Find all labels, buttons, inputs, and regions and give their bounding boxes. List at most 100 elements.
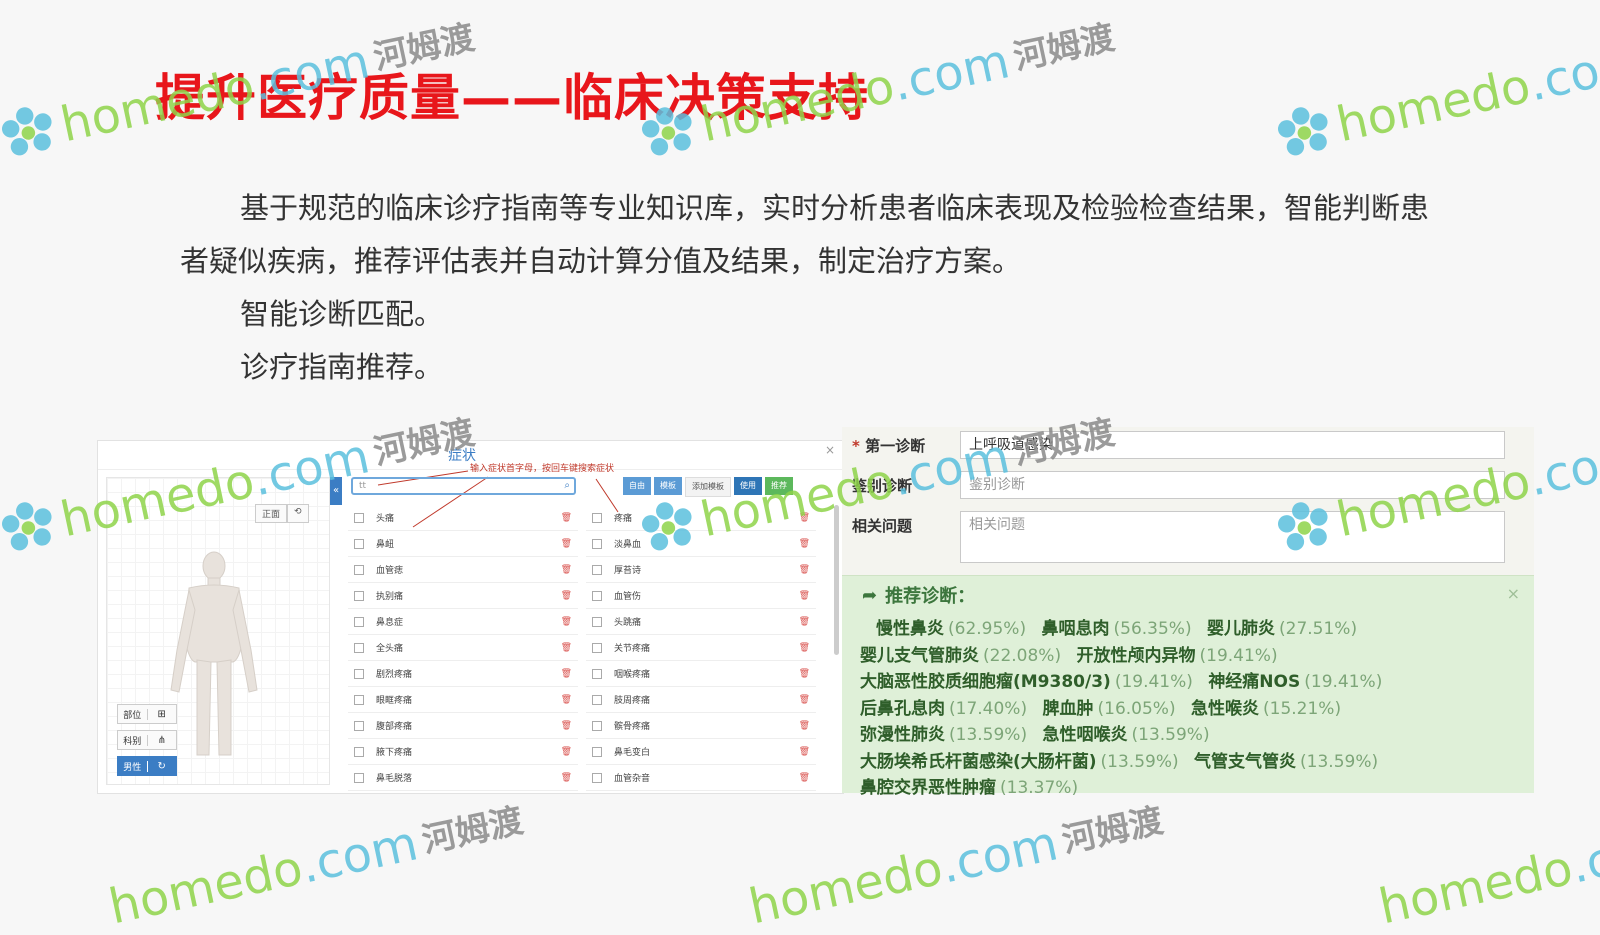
trash-icon[interactable]: 🗑 (799, 721, 810, 731)
close-icon[interactable]: × (825, 443, 835, 457)
checkbox[interactable] (592, 590, 602, 601)
trash-icon[interactable]: 🗑 (561, 643, 572, 653)
checkbox[interactable] (592, 642, 602, 653)
free-button[interactable]: 自由 (623, 477, 651, 495)
differential-diagnosis-field[interactable]: 鉴别诊断 (960, 471, 1505, 499)
checkbox[interactable] (354, 668, 364, 679)
search-icon[interactable]: ⌕ (564, 479, 570, 493)
list-item[interactable]: 腋下疼痛 🗑 (348, 739, 578, 765)
front-view-button[interactable]: 正面 (255, 504, 288, 523)
part-button[interactable]: 部位 ⊞ (117, 704, 177, 724)
list-item[interactable]: 血管伤 🗑 (586, 583, 816, 609)
trash-icon[interactable]: 🗑 (799, 565, 810, 575)
trash-icon[interactable]: 🗑 (799, 773, 810, 783)
checkbox[interactable] (592, 616, 602, 627)
checkbox[interactable] (592, 720, 602, 731)
body-map[interactable]: 正面 ⟲ 部位 ⊞ 科别 ⋔ 男性 ↻ (106, 477, 330, 785)
diagnosis-link[interactable]: 慢性鼻炎 (62.95%) (876, 619, 1026, 639)
diagnosis-link[interactable]: 弥漫性肺炎 (13.59%) (860, 725, 1027, 745)
checkbox[interactable] (354, 538, 364, 549)
checkbox[interactable] (592, 512, 602, 523)
diagnosis-link[interactable]: 急性喉炎 (15.21%) (1191, 699, 1341, 719)
checkbox[interactable] (592, 746, 602, 757)
primary-diagnosis-field[interactable]: 上呼吸道感染 (960, 431, 1505, 459)
list-item[interactable]: 鼻衄 🗑 (348, 531, 578, 557)
diagnosis-link[interactable]: 急性咽喉炎 (13.59%) (1043, 725, 1210, 745)
list-item[interactable]: 执别痛 🗑 (348, 583, 578, 609)
list-item[interactable]: 鼻息症 🗑 (348, 609, 578, 635)
diagnosis-link[interactable]: 大脑恶性胶质细胞瘤(M9380/3) (19.41%) (860, 672, 1193, 692)
trash-icon[interactable]: 🗑 (561, 773, 572, 783)
list-item[interactable]: 头痛 🗑 (348, 505, 578, 531)
checkbox[interactable] (354, 642, 364, 653)
list-item[interactable]: 鼻毛变白 🗑 (586, 739, 816, 765)
add-template-button[interactable]: 添加模板 (685, 477, 731, 497)
checkbox[interactable] (592, 538, 602, 549)
list-item[interactable]: 全头痛 🗑 (348, 635, 578, 661)
trash-icon[interactable]: 🗑 (561, 513, 572, 523)
diagnosis-link[interactable]: 后鼻孔息肉 (17.40%) (860, 699, 1027, 719)
list-item[interactable]: 眼眶疼痛 🗑 (348, 687, 578, 713)
diagnosis-link[interactable]: 气管支气管炎 (13.59%) (1194, 752, 1378, 772)
list-item[interactable]: 咽喉疼痛 🗑 (586, 661, 816, 687)
diagnosis-link[interactable]: 脾血肿 (16.05%) (1043, 699, 1176, 719)
trash-icon[interactable]: 🗑 (561, 617, 572, 627)
trash-icon[interactable]: 🗑 (799, 591, 810, 601)
trash-icon[interactable]: 🗑 (799, 539, 810, 549)
related-issues-field[interactable]: 相关问题 (960, 511, 1505, 563)
use-button[interactable]: 使用 (734, 477, 762, 495)
gender-button[interactable]: 男性 ↻ (117, 756, 177, 776)
list-item[interactable]: 鼻毛脱落 🗑 (348, 765, 578, 791)
flip-icon[interactable]: ⟲ (287, 504, 309, 523)
trash-icon[interactable]: 🗑 (561, 669, 572, 679)
checkbox[interactable] (354, 772, 364, 783)
list-item[interactable]: 血管杂音 🗑 (586, 765, 816, 791)
checkbox[interactable] (354, 590, 364, 601)
checkbox[interactable] (592, 564, 602, 575)
list-item[interactable]: 血管痣 🗑 (348, 557, 578, 583)
list-item[interactable]: 厚苔诗 🗑 (586, 557, 816, 583)
close-icon[interactable]: × (1507, 584, 1520, 603)
trash-icon[interactable]: 🗑 (561, 539, 572, 549)
template-button[interactable]: 模板 (654, 477, 682, 495)
list-item[interactable]: 剧烈疼痛 🗑 (348, 661, 578, 687)
diagnosis-link[interactable]: 婴儿肺炎 (27.51%) (1207, 619, 1357, 639)
diagnosis-link[interactable]: 鼻腔交界恶性肿瘤 (13.37%) (860, 778, 1078, 798)
checkbox[interactable] (592, 772, 602, 783)
checkbox[interactable] (354, 512, 364, 523)
trash-icon[interactable]: 🗑 (561, 747, 572, 757)
trash-icon[interactable]: 🗑 (799, 513, 810, 523)
scrollbar[interactable] (834, 505, 839, 655)
list-item[interactable]: 髌骨疼痛 🗑 (586, 713, 816, 739)
trash-icon[interactable]: 🗑 (561, 591, 572, 601)
list-item[interactable]: 头跳痛 🗑 (586, 609, 816, 635)
trash-icon[interactable]: 🗑 (799, 643, 810, 653)
list-item[interactable]: 疼痛 🗑 (586, 505, 816, 531)
symptom-search-input[interactable]: tt ⌕ (351, 477, 576, 495)
list-item[interactable]: 淡鼻血 🗑 (586, 531, 816, 557)
checkbox[interactable] (592, 694, 602, 705)
checkbox[interactable] (354, 720, 364, 731)
list-item[interactable]: 腹部疼痛 🗑 (348, 713, 578, 739)
trash-icon[interactable]: 🗑 (799, 669, 810, 679)
diagnosis-link[interactable]: 神经痛NOS (19.41%) (1208, 672, 1382, 692)
checkbox[interactable] (354, 746, 364, 757)
trash-icon[interactable]: 🗑 (799, 747, 810, 757)
checkbox[interactable] (354, 616, 364, 627)
trash-icon[interactable]: 🗑 (799, 617, 810, 627)
list-item[interactable]: 肢周疼痛 🗑 (586, 687, 816, 713)
trash-icon[interactable]: 🗑 (561, 565, 572, 575)
checkbox[interactable] (592, 668, 602, 679)
checkbox[interactable] (354, 694, 364, 705)
diagnosis-link[interactable]: 鼻咽息肉 (56.35%) (1042, 619, 1192, 639)
diagnosis-link[interactable]: 开放性颅内异物 (19.41%) (1077, 646, 1278, 666)
trash-icon[interactable]: 🗑 (561, 695, 572, 705)
department-button[interactable]: 科别 ⋔ (117, 730, 177, 750)
trash-icon[interactable]: 🗑 (561, 721, 572, 731)
trash-icon[interactable]: 🗑 (799, 695, 810, 705)
list-item[interactable]: 关节疼痛 🗑 (586, 635, 816, 661)
checkbox[interactable] (354, 564, 364, 575)
recommend-button[interactable]: 推荐 (765, 477, 793, 495)
diagnosis-link[interactable]: 婴儿支气管肺炎 (22.08%) (860, 646, 1061, 666)
diagnosis-link[interactable]: 大肠埃希氏杆菌感染(大肠杆菌) (13.59%) (860, 752, 1179, 772)
